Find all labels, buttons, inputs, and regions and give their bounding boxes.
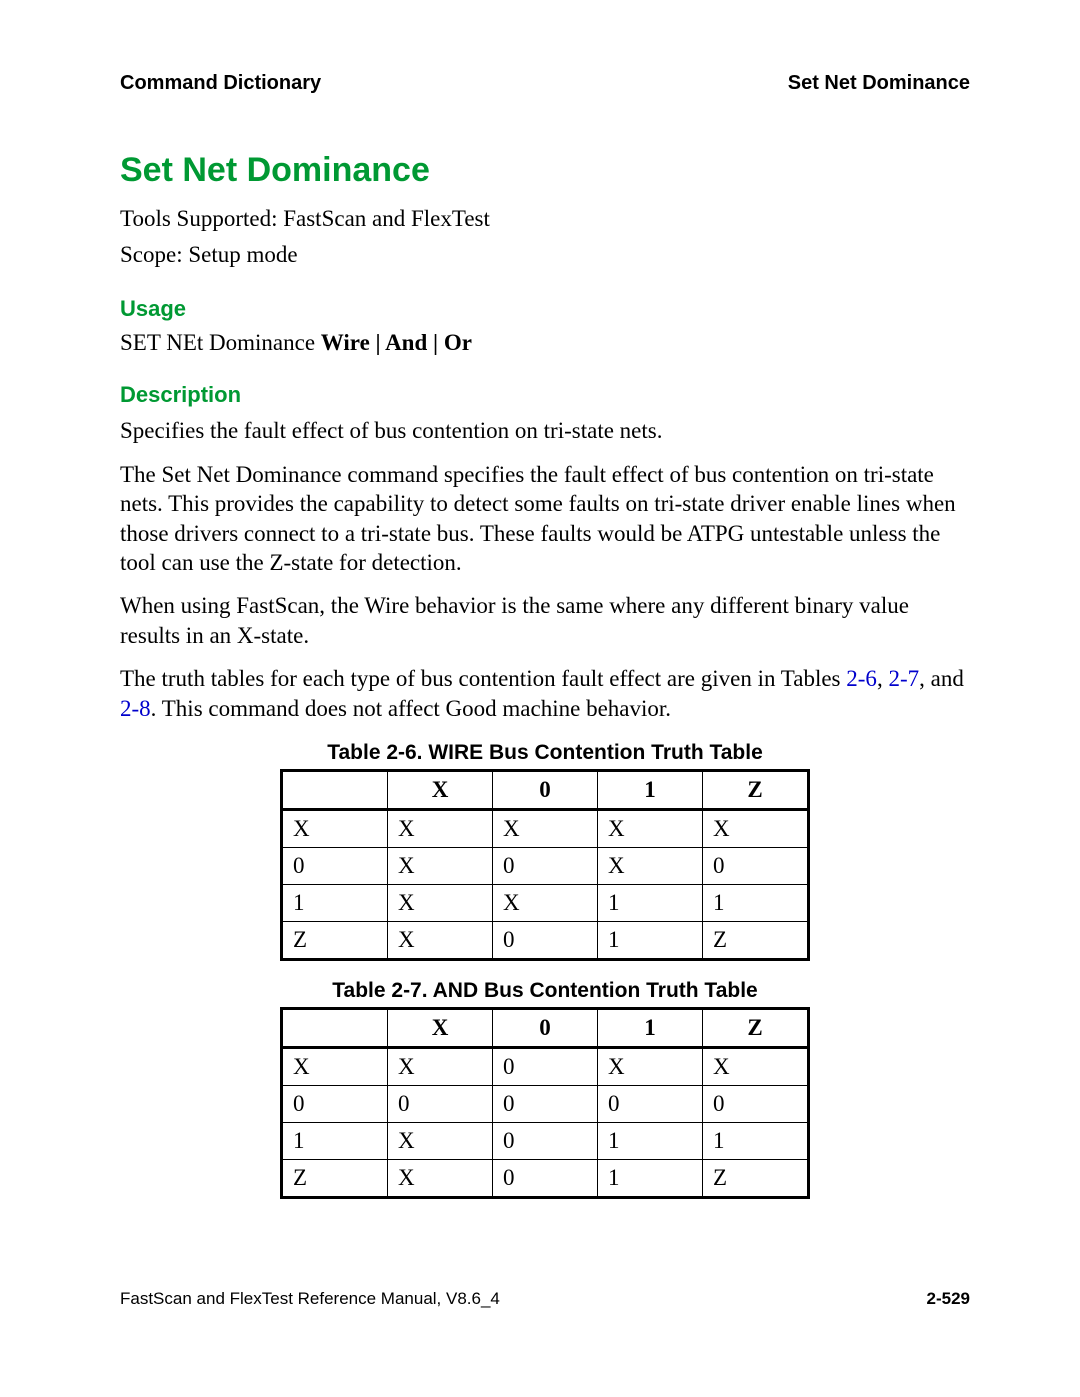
td: 1	[598, 1123, 703, 1160]
td: Z	[703, 922, 809, 960]
table-2-7: X 0 1 Z X X 0 X X 0 0 0 0 0 1	[280, 1007, 810, 1199]
table-row: 1 X X 1 1	[282, 885, 809, 922]
p4-text-b: . This command does not affect Good mach…	[151, 696, 671, 721]
running-footer: FastScan and FlexTest Reference Manual, …	[120, 1289, 970, 1309]
td: X	[493, 885, 598, 922]
table-row: Z X 0 1 Z	[282, 922, 809, 960]
usage-prefix: SET NEt Dominance	[120, 330, 321, 355]
td: X	[388, 1160, 493, 1198]
table-2-6-caption: Table 2-6. WIRE Bus Contention Truth Tab…	[120, 741, 970, 765]
page-title: Set Net Dominance	[120, 151, 970, 190]
td: 0	[493, 848, 598, 885]
page-number: 2-529	[927, 1289, 970, 1309]
header-left: Command Dictionary	[120, 72, 321, 95]
td: X	[388, 810, 493, 848]
td: 1	[703, 885, 809, 922]
th: 0	[493, 1009, 598, 1048]
header-right: Set Net Dominance	[788, 72, 970, 95]
td: X	[598, 848, 703, 885]
scope-line: Scope: Setup mode	[120, 240, 970, 270]
td: X	[282, 810, 388, 848]
running-header: Command Dictionary Set Net Dominance	[120, 72, 970, 95]
td: X	[388, 885, 493, 922]
xref-table-2-8[interactable]: 2-8	[120, 696, 151, 721]
table-2-7-caption: Table 2-7. AND Bus Contention Truth Tabl…	[120, 979, 970, 1003]
td: X	[388, 1048, 493, 1086]
table-row: 0 X 0 X 0	[282, 848, 809, 885]
td: X	[703, 1048, 809, 1086]
table-row: Z X 0 1 Z	[282, 1160, 809, 1198]
description-p1: Specifies the fault effect of bus conten…	[120, 416, 970, 446]
td: 1	[282, 885, 388, 922]
td: 0	[493, 1048, 598, 1086]
td: 0	[282, 848, 388, 885]
footer-left: FastScan and FlexTest Reference Manual, …	[120, 1289, 500, 1309]
page: Command Dictionary Set Net Dominance Set…	[0, 0, 1080, 1359]
th	[282, 1009, 388, 1048]
td: 1	[703, 1123, 809, 1160]
xref-table-2-7[interactable]: 2-7	[888, 666, 919, 691]
table-header-row: X 0 1 Z	[282, 1009, 809, 1048]
usage-options: Wire | And | Or	[321, 330, 472, 355]
th: Z	[703, 771, 809, 810]
p4-sep2: , and	[919, 666, 964, 691]
th: 0	[493, 771, 598, 810]
usage-syntax: SET NEt Dominance Wire | And | Or	[120, 330, 970, 356]
td: Z	[703, 1160, 809, 1198]
description-heading: Description	[120, 382, 970, 408]
td: X	[282, 1048, 388, 1086]
p4-sep1: ,	[877, 666, 889, 691]
td: Z	[282, 922, 388, 960]
description-p2: The Set Net Dominance command specifies …	[120, 460, 970, 578]
th: X	[388, 771, 493, 810]
td: X	[703, 810, 809, 848]
td: 0	[493, 922, 598, 960]
table-row: X X 0 X X	[282, 1048, 809, 1086]
td: 1	[598, 885, 703, 922]
td: 1	[598, 922, 703, 960]
xref-table-2-6[interactable]: 2-6	[846, 666, 877, 691]
th: X	[388, 1009, 493, 1048]
td: 0	[493, 1160, 598, 1198]
td: 0	[703, 848, 809, 885]
td: 0	[493, 1086, 598, 1123]
td: 0	[282, 1086, 388, 1123]
td: 0	[703, 1086, 809, 1123]
td: Z	[282, 1160, 388, 1198]
th	[282, 771, 388, 810]
description-p3: When using FastScan, the Wire behavior i…	[120, 591, 970, 650]
th: 1	[598, 1009, 703, 1048]
table-2-6: X 0 1 Z X X X X X 0 X 0 X 0 1	[280, 769, 810, 961]
td: 1	[282, 1123, 388, 1160]
p4-text-a: The truth tables for each type of bus co…	[120, 666, 846, 691]
td: 0	[493, 1123, 598, 1160]
usage-heading: Usage	[120, 296, 970, 322]
td: 0	[388, 1086, 493, 1123]
td: 0	[598, 1086, 703, 1123]
description-p4: The truth tables for each type of bus co…	[120, 664, 970, 723]
td: 1	[598, 1160, 703, 1198]
td: X	[388, 1123, 493, 1160]
td: X	[493, 810, 598, 848]
th: Z	[703, 1009, 809, 1048]
table-row: 1 X 0 1 1	[282, 1123, 809, 1160]
td: X	[598, 1048, 703, 1086]
th: 1	[598, 771, 703, 810]
td: X	[598, 810, 703, 848]
td: X	[388, 922, 493, 960]
td: X	[388, 848, 493, 885]
table-header-row: X 0 1 Z	[282, 771, 809, 810]
table-row: X X X X X	[282, 810, 809, 848]
tools-supported: Tools Supported: FastScan and FlexTest	[120, 204, 970, 234]
table-row: 0 0 0 0 0	[282, 1086, 809, 1123]
